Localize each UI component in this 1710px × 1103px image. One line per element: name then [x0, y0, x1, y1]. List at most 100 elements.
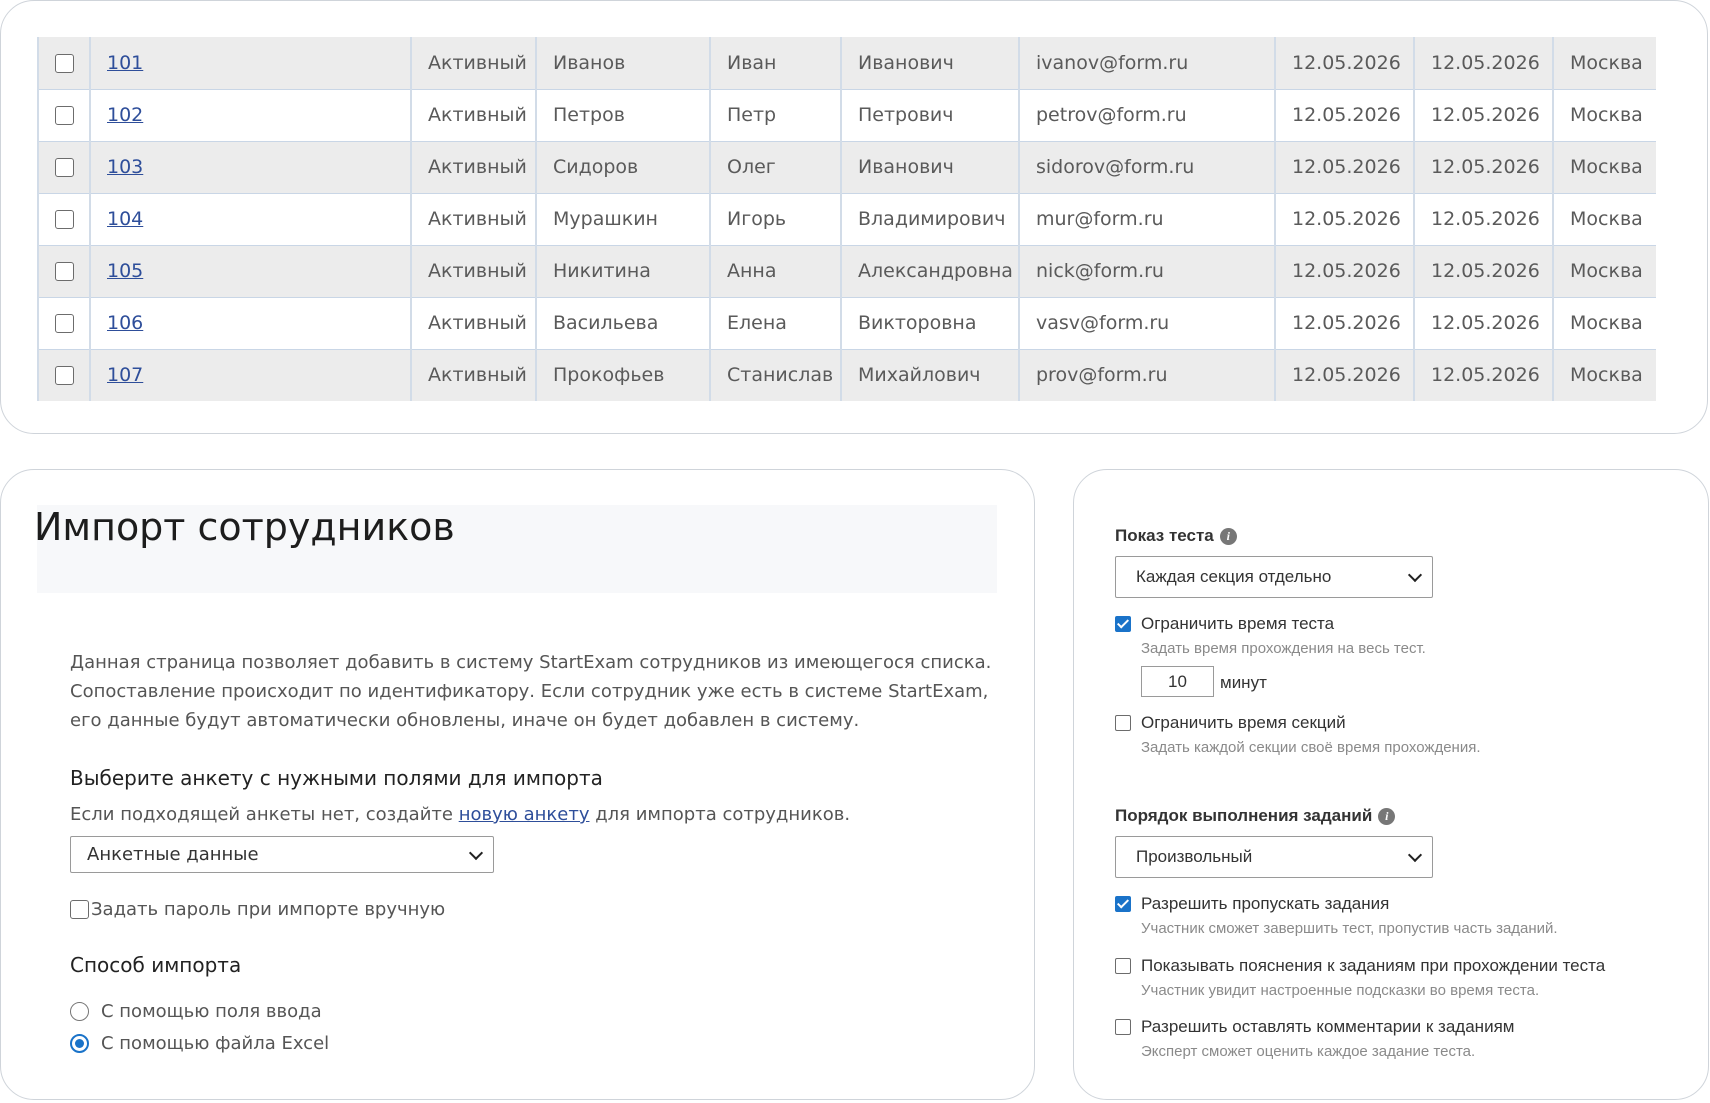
limit-time-checkbox[interactable] — [1115, 616, 1131, 632]
last-name-cell: Мурашкин — [535, 192, 710, 246]
table-row: 104 Активный Мурашкин Игорь Владимирович… — [37, 192, 1656, 246]
last-name-cell: Прокофьев — [535, 348, 710, 401]
table-row: 102 Активный Петров Петр Петрович petrov… — [37, 88, 1656, 142]
status-cell: Активный — [410, 37, 536, 90]
skip-row[interactable]: Разрешить пропускать задания — [1115, 894, 1389, 914]
status-cell: Активный — [410, 140, 536, 194]
limit-sections-label: Ограничить время секций — [1141, 713, 1346, 732]
info-icon[interactable]: i — [1219, 527, 1237, 545]
limit-sections-checkbox[interactable] — [1115, 715, 1131, 731]
date-cell: 12.05.2026 — [1274, 192, 1414, 246]
employees-table: 101 Активный Иванов Иван Иванович ivanov… — [37, 37, 1656, 401]
limit-time-label: Ограничить время теста — [1141, 614, 1335, 633]
date-cell-2: 12.05.2026 — [1413, 37, 1553, 90]
comments-checkbox[interactable] — [1115, 1019, 1131, 1035]
comments-note: Эксперт сможет оценить каждое задание те… — [1141, 1043, 1476, 1060]
minutes-input[interactable] — [1141, 666, 1214, 697]
employee-id-link[interactable]: 106 — [107, 312, 143, 334]
hints-checkbox[interactable] — [1115, 958, 1131, 974]
employee-id-cell: 106 — [89, 296, 411, 350]
display-select-value: Каждая секция отдельно — [1136, 567, 1332, 586]
form-select[interactable]: Анкетные данные — [70, 836, 494, 873]
display-label: Показ теста i — [1115, 526, 1237, 546]
row-select-cell — [37, 348, 90, 401]
chevron-down-icon — [1407, 847, 1423, 863]
hints-row[interactable]: Показывать пояснения к заданиям при прох… — [1115, 956, 1605, 976]
order-select[interactable]: Произвольный — [1115, 836, 1433, 878]
status-cell: Активный — [410, 88, 536, 142]
email-cell: prov@form.ru — [1018, 348, 1275, 401]
manual-password-row[interactable]: Задать пароль при импорте вручную — [70, 899, 445, 920]
email-cell: petrov@form.ru — [1018, 88, 1275, 142]
row-checkbox[interactable] — [54, 262, 74, 281]
city-cell: Москва — [1552, 88, 1656, 142]
comments-label: Разрешить оставлять комментарии к задани… — [1141, 1017, 1515, 1036]
email-cell: ivanov@form.ru — [1018, 37, 1275, 90]
city-cell: Москва — [1552, 244, 1656, 298]
info-icon[interactable]: i — [1378, 807, 1396, 825]
date-cell: 12.05.2026 — [1274, 296, 1414, 350]
table-row: 105 Активный Никитина Анна Александровна… — [37, 244, 1656, 298]
limit-sections-row[interactable]: Ограничить время секций — [1115, 713, 1346, 733]
import-method-heading: Способ импорта — [70, 953, 242, 977]
row-select-cell — [37, 296, 90, 350]
hints-label: Показывать пояснения к заданиям при прох… — [1141, 956, 1606, 975]
last-name-cell: Петров — [535, 88, 710, 142]
date-cell-2: 12.05.2026 — [1413, 244, 1553, 298]
employee-id-link[interactable]: 101 — [107, 52, 143, 74]
date-cell: 12.05.2026 — [1274, 88, 1414, 142]
limit-time-row[interactable]: Ограничить время теста — [1115, 614, 1334, 634]
display-label-text: Показ теста — [1115, 526, 1214, 545]
employee-id-cell: 103 — [89, 140, 411, 194]
method-option-input[interactable]: С помощью поля ввода — [70, 1001, 322, 1022]
employee-id-link[interactable]: 102 — [107, 104, 143, 126]
form-select-heading: Выберите анкету с нужными полями для имп… — [70, 766, 603, 790]
comments-row[interactable]: Разрешить оставлять комментарии к задани… — [1115, 1017, 1514, 1037]
row-checkbox[interactable] — [54, 53, 74, 73]
form-select-value: Анкетные данные — [87, 844, 259, 865]
email-cell: nick@form.ru — [1018, 244, 1275, 298]
skip-label: Разрешить пропускать задания — [1141, 894, 1390, 913]
method-option-excel[interactable]: С помощью файла Excel — [70, 1033, 329, 1054]
first-name-cell: Иван — [709, 37, 841, 90]
display-select[interactable]: Каждая секция отдельно — [1115, 556, 1433, 598]
table-row: 107 Активный Прокофьев Станислав Михайло… — [37, 348, 1656, 401]
row-checkbox[interactable] — [54, 366, 74, 386]
date-cell: 12.05.2026 — [1274, 348, 1414, 401]
page-title: Импорт сотрудников — [34, 505, 455, 549]
middle-name-cell: Александровна — [840, 244, 1019, 298]
row-checkbox[interactable] — [54, 158, 74, 177]
status-cell: Активный — [410, 348, 536, 401]
first-name-cell: Анна — [709, 244, 841, 298]
date-cell-2: 12.05.2026 — [1413, 348, 1553, 401]
email-cell: sidorov@form.ru — [1018, 140, 1275, 194]
city-cell: Москва — [1552, 296, 1656, 350]
table-row: 101 Активный Иванов Иван Иванович ivanov… — [37, 37, 1656, 90]
hint-text-before: Если подходящей анкеты нет, создайте — [70, 804, 459, 825]
first-name-cell: Станислав — [709, 348, 841, 401]
date-cell: 12.05.2026 — [1274, 37, 1414, 90]
row-checkbox[interactable] — [54, 314, 74, 333]
row-select-cell — [37, 140, 90, 194]
employee-id-link[interactable]: 105 — [107, 260, 143, 282]
middle-name-cell: Владимирович — [840, 192, 1019, 246]
manual-password-label: Задать пароль при импорте вручную — [91, 899, 446, 920]
employee-id-cell: 101 — [89, 37, 411, 90]
method-excel-radio[interactable] — [70, 1034, 89, 1053]
date-cell-2: 12.05.2026 — [1413, 296, 1553, 350]
middle-name-cell: Иванович — [840, 140, 1019, 194]
order-label-text: Порядок выполнения заданий — [1115, 806, 1373, 825]
row-checkbox[interactable] — [54, 106, 74, 125]
manual-password-checkbox[interactable] — [70, 900, 89, 919]
employee-id-link[interactable]: 104 — [107, 208, 143, 230]
last-name-cell: Иванов — [535, 37, 710, 90]
city-cell: Москва — [1552, 37, 1656, 90]
skip-checkbox[interactable] — [1115, 896, 1131, 912]
email-cell: vasv@form.ru — [1018, 296, 1275, 350]
new-form-link[interactable]: новую анкету — [459, 804, 590, 825]
row-select-cell — [37, 88, 90, 142]
employee-id-link[interactable]: 107 — [107, 364, 143, 386]
method-input-radio[interactable] — [70, 1002, 89, 1021]
row-checkbox[interactable] — [54, 210, 74, 229]
employee-id-link[interactable]: 103 — [107, 156, 143, 178]
